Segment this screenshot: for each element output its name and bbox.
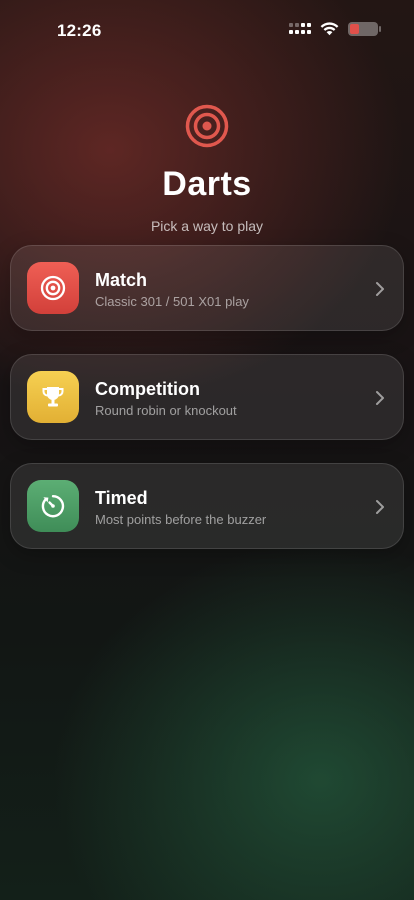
chevron-right-icon [376, 391, 384, 405]
status-icons [289, 22, 381, 36]
match-icon-tile [27, 262, 79, 314]
chevron-right-icon [376, 500, 384, 514]
page-subtitle: Pick a way to play [150, 218, 264, 234]
timed-icon-tile [27, 480, 79, 532]
mode-option-timed[interactable]: Timed Most points before the buzzer [10, 463, 404, 549]
page-title: Darts [162, 165, 252, 203]
mode-option-subtitle: Classic 301 / 501 X01 play [95, 294, 249, 309]
mode-option-title: Match [95, 270, 148, 290]
target-icon [185, 104, 229, 148]
trophy-icon [42, 387, 64, 407]
stopwatch-icon [41, 495, 65, 518]
cellular-signal-icon [289, 23, 311, 35]
competition-icon-tile [27, 371, 79, 423]
status-bar: 12:26 [0, 0, 414, 62]
mode-option-title: Timed [95, 488, 148, 508]
battery-icon [348, 22, 381, 36]
wifi-icon [320, 22, 339, 36]
mode-option-title: Competition [95, 379, 200, 399]
mode-option-competition[interactable]: Competition Round robin or knockout [10, 354, 404, 440]
mode-option-subtitle: Round robin or knockout [95, 403, 237, 418]
mode-options-list: Match Classic 301 / 501 X01 play Competi… [10, 245, 404, 572]
status-time: 12:26 [57, 21, 102, 40]
target-icon [40, 275, 66, 301]
mode-option-subtitle: Most points before the buzzer [95, 512, 267, 527]
mode-option-match[interactable]: Match Classic 301 / 501 X01 play [10, 245, 404, 331]
hero: Darts Pick a way to play [0, 104, 414, 234]
chevron-right-icon [376, 282, 384, 296]
